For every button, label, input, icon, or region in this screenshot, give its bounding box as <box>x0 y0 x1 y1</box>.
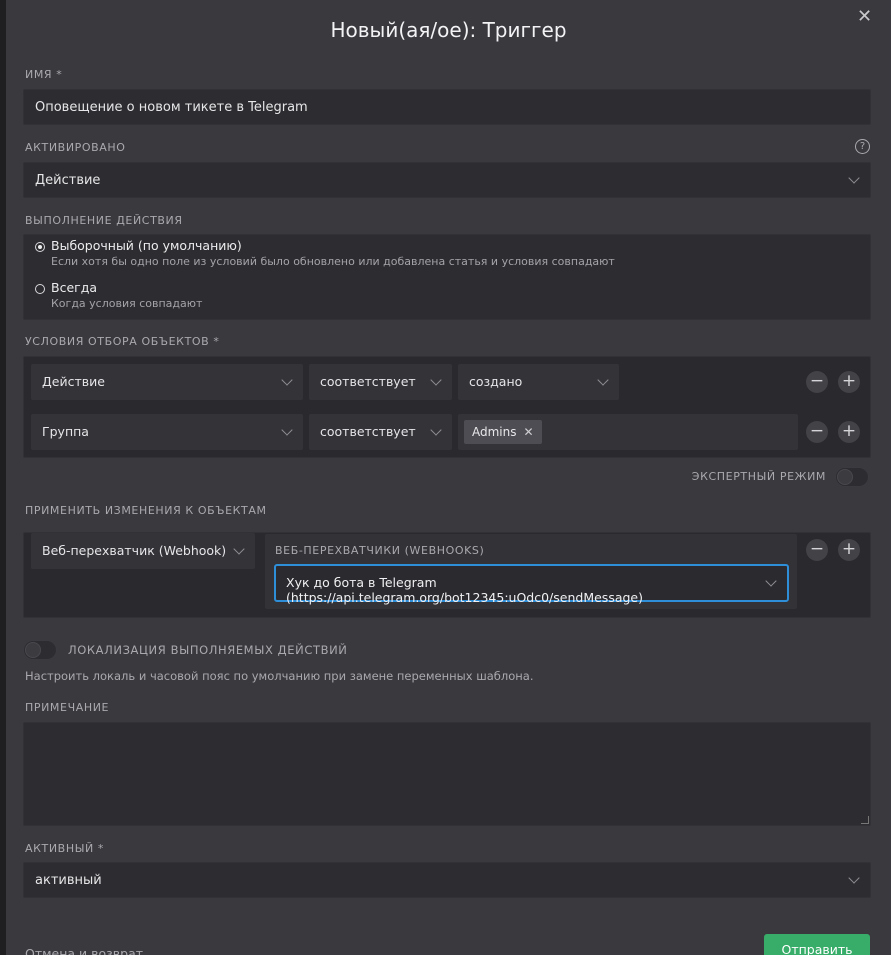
condition-attribute-select[interactable]: Действие <box>31 364 303 400</box>
condition-operator-value: соответствует <box>320 374 416 389</box>
name-input[interactable]: Оповещение о новом тикете в Telegram <box>23 89 871 125</box>
active-select-value: активный <box>35 873 102 888</box>
execution-label: ВЫПОЛНЕНИЕ ДЕЙСТВИЯ <box>25 214 183 227</box>
expert-mode-toggle[interactable] <box>835 467 869 487</box>
activated-select[interactable]: Действие <box>23 162 871 198</box>
chevron-down-icon <box>281 424 293 436</box>
toggle-knob <box>837 469 853 485</box>
note-textarea[interactable] <box>23 722 871 826</box>
toggle-knob <box>25 642 41 658</box>
name-input-value: Оповещение о новом тикете в Telegram <box>35 100 308 115</box>
help-icon[interactable]: ? <box>855 139 870 154</box>
execution-radio-group: Выборочный (по умолчанию) Если хотя бы о… <box>23 234 871 320</box>
condition-tags-input[interactable]: Admins ✕ <box>458 414 798 450</box>
webhook-select-value: Хук до бота в Telegram (https://api.tele… <box>286 575 643 605</box>
remove-condition-button[interactable]: − <box>806 421 828 443</box>
condition-attribute-select[interactable]: Группа <box>31 414 303 450</box>
chevron-down-icon <box>281 374 293 386</box>
chevron-down-icon <box>848 872 860 884</box>
activated-label: АКТИВИРОВАНО <box>25 141 126 154</box>
condition-value: создано <box>469 374 523 389</box>
resize-handle-icon[interactable] <box>861 816 869 824</box>
chevron-down-icon <box>848 172 860 184</box>
condition-value-select[interactable]: создано <box>458 364 619 400</box>
condition-attribute-value: Действие <box>42 374 105 389</box>
apply-panel: Веб-перехватчик (Webhook) ВЕБ-ПЕРЕХВАТЧИ… <box>23 532 871 618</box>
chevron-down-icon <box>430 424 442 436</box>
expert-mode-label: ЭКСПЕРТНЫЙ РЕЖИМ <box>691 470 826 483</box>
condition-operator-select[interactable]: соответствует <box>309 364 452 400</box>
active-label: АКТИВНЫЙ * <box>25 842 105 855</box>
active-select[interactable]: активный <box>23 862 871 898</box>
webhooks-panel: ВЕБ-ПЕРЕХВАТЧИКИ (WEBHOOKS) Хук до бота … <box>265 534 797 609</box>
condition-operator-select[interactable]: соответствует <box>309 414 452 450</box>
localization-label: ЛОКАЛИЗАЦИЯ ВЫПОЛНЯЕМЫХ ДЕЙСТВИЙ <box>68 643 348 657</box>
radio-selective-title: Выборочный (по умолчанию) <box>51 238 242 253</box>
remove-condition-button[interactable]: − <box>806 371 828 393</box>
radio-always-subtitle: Когда условия совпадают <box>51 297 203 310</box>
chevron-down-icon <box>233 543 245 555</box>
dialog-title: Новый(ая/ое): Триггер <box>330 18 567 42</box>
tag-admins: Admins ✕ <box>464 420 542 444</box>
radio-selective[interactable] <box>35 242 45 252</box>
close-icon[interactable]: ✕ <box>857 8 875 26</box>
radio-always[interactable] <box>35 284 45 294</box>
cancel-link[interactable]: Отмена и возврат <box>25 946 143 955</box>
conditions-panel: Действие соответствует создано − + Групп… <box>23 356 871 458</box>
webhook-select[interactable]: Хук до бота в Telegram (https://api.tele… <box>274 564 789 605</box>
tag-label: Admins <box>472 425 517 439</box>
add-action-button[interactable]: + <box>838 539 860 561</box>
condition-operator-value: соответствует <box>320 424 416 439</box>
webhooks-label: ВЕБ-ПЕРЕХВАТЧИКИ (WEBHOOKS) <box>275 544 485 557</box>
chevron-down-icon <box>430 374 442 386</box>
name-label: ИМЯ * <box>25 68 63 81</box>
add-condition-button[interactable]: + <box>838 421 860 443</box>
conditions-label: УСЛОВИЯ ОТБОРА ОБЪЕКТОВ * <box>25 335 220 348</box>
localization-hint: Настроить локаль и часовой пояс по умолч… <box>25 669 534 683</box>
condition-attribute-value: Группа <box>42 424 89 439</box>
radio-selective-subtitle: Если хотя бы одно поле из условий было о… <box>51 255 615 268</box>
apply-action-value: Веб-перехватчик (Webhook) <box>42 543 227 558</box>
chevron-down-icon <box>597 374 609 386</box>
add-condition-button[interactable]: + <box>838 371 860 393</box>
note-label: ПРИМЕЧАНИЕ <box>25 701 110 714</box>
radio-always-title: Всегда <box>51 280 98 295</box>
localization-toggle[interactable] <box>23 640 57 660</box>
remove-action-button[interactable]: − <box>806 539 828 561</box>
activated-select-value: Действие <box>35 173 101 188</box>
apply-action-select[interactable]: Веб-перехватчик (Webhook) <box>31 533 255 569</box>
apply-label: ПРИМЕНИТЬ ИЗМЕНЕНИЯ К ОБЪЕКТАМ <box>25 504 267 517</box>
submit-button[interactable]: Отправить <box>764 934 870 955</box>
trigger-dialog: Новый(ая/ое): Триггер ✕ ИМЯ * Оповещение… <box>6 0 891 955</box>
remove-tag-icon[interactable]: ✕ <box>524 425 534 439</box>
